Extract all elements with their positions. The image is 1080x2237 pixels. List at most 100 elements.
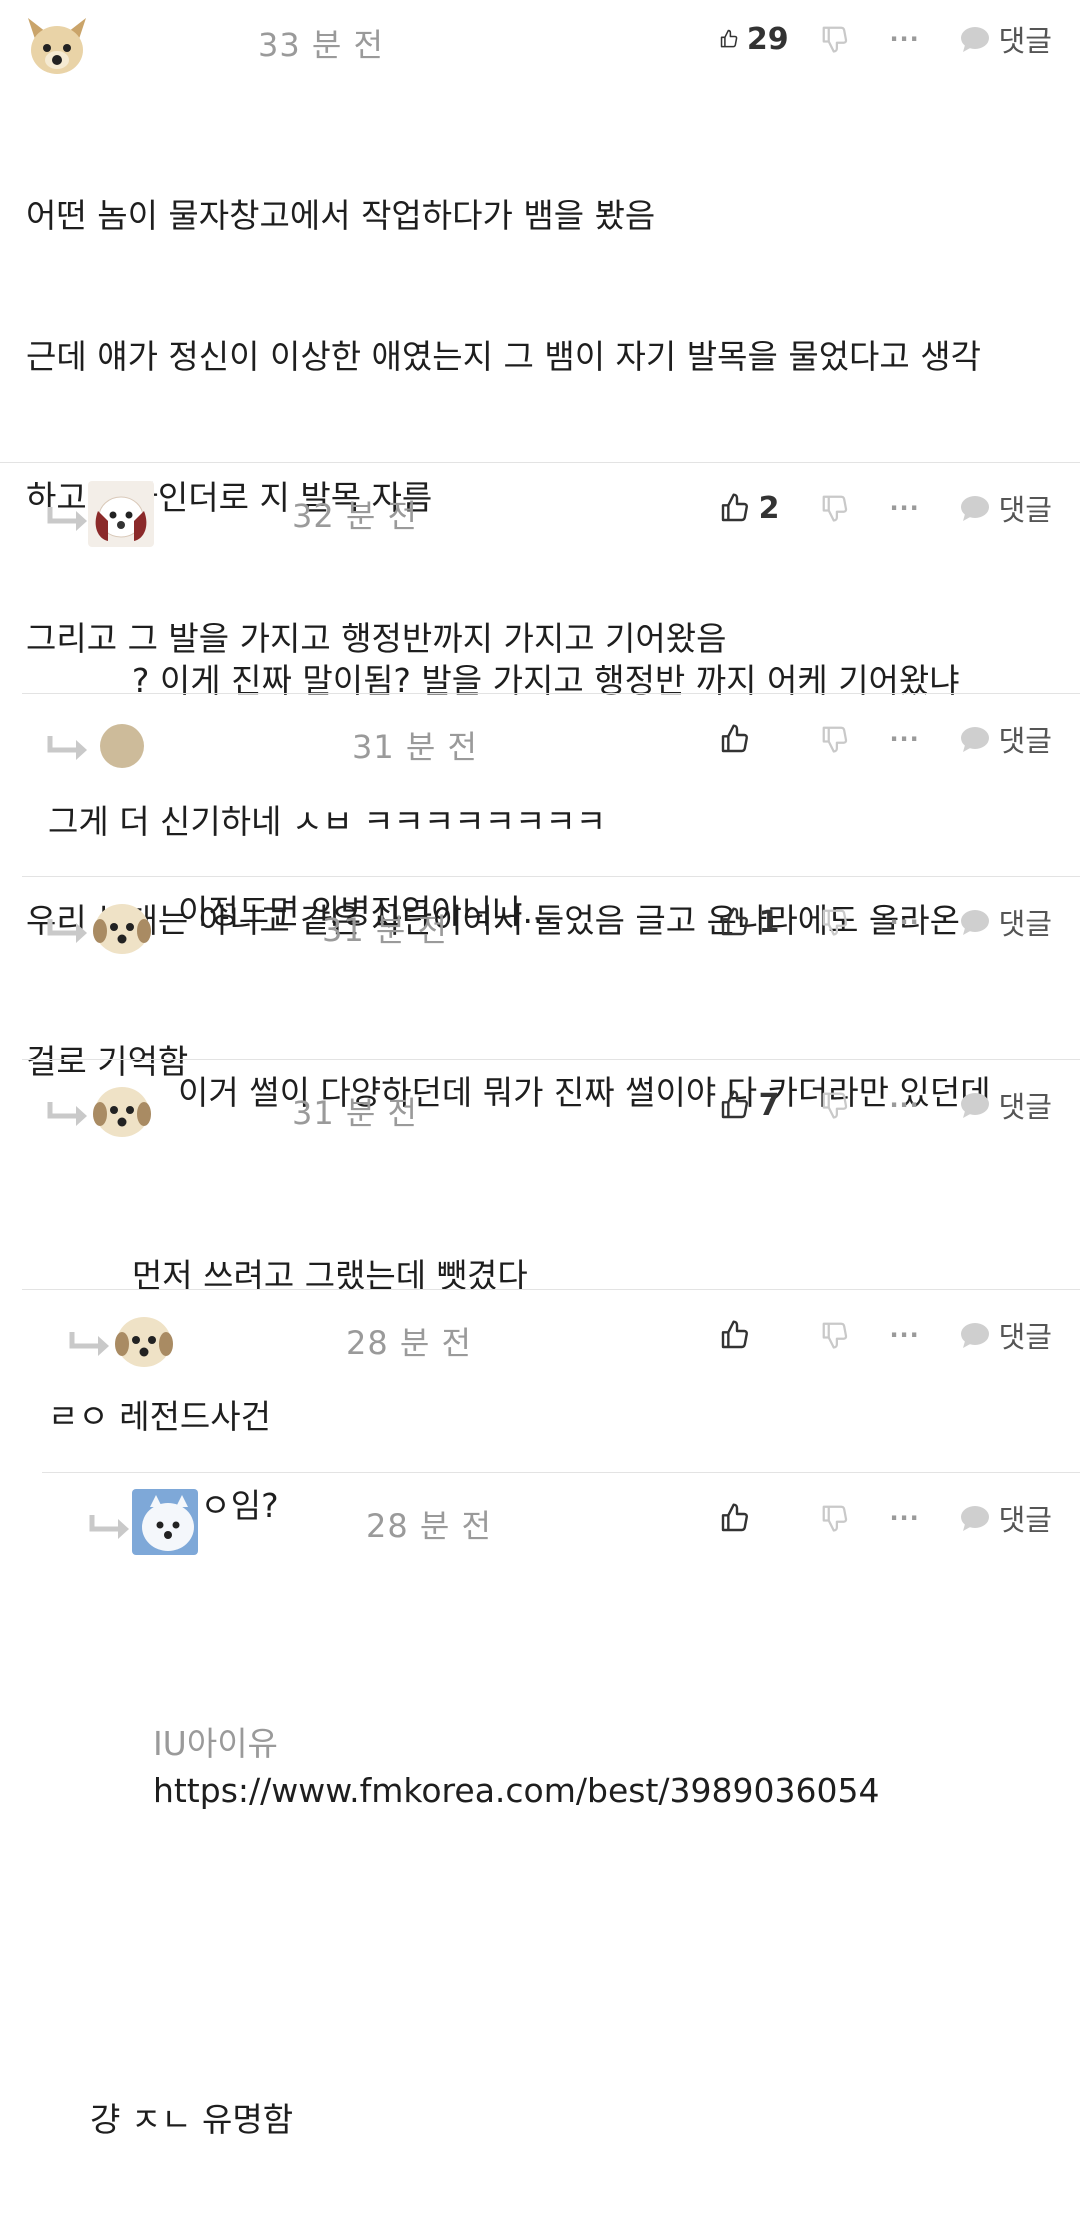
like-button[interactable]: 2 (719, 491, 789, 526)
timestamp: 31 분 전 (292, 1094, 418, 1132)
thumbs-down-icon (822, 1505, 847, 1532)
thumbs-up-icon (721, 493, 748, 522)
timestamp: 33 분 전 (258, 26, 384, 64)
comment-reply: 28 분 전 ··· 댓글 ㄹㅇ임? (0, 1290, 1080, 1525)
timestamp: 28 분 전 (346, 1324, 472, 1362)
speech-bubble-icon (960, 910, 989, 935)
comment-link[interactable]: https://www.fmkorea.com/best/3989036054 (153, 1771, 880, 1810)
comment-reply: 31 분 전 ··· 댓글 이정도면 의병전역아니냐... (0, 694, 1080, 931)
thumbs-up-icon (721, 907, 748, 936)
like-count: 7 (758, 1087, 780, 1123)
more-options-button[interactable]: ··· (885, 1504, 925, 1532)
reply-button[interactable]: 댓글 (959, 18, 1052, 60)
dislike-button[interactable] (815, 1090, 855, 1120)
speech-bubble-icon (960, 1323, 989, 1348)
avatar[interactable] (88, 481, 154, 547)
speech-bubble-icon (960, 1093, 989, 1118)
reply-label: 댓글 (998, 1503, 1052, 1537)
dislike-button[interactable] (815, 1503, 855, 1533)
comment-actions: 29 ··· 댓글 (719, 16, 1052, 62)
reply-label: 댓글 (998, 1090, 1052, 1124)
dislike-button[interactable] (815, 1320, 855, 1350)
comment-actions: ··· 댓글 (719, 1312, 1052, 1358)
like-button[interactable] (719, 723, 789, 755)
comment-reply: 32 분 전 2 ··· 댓글 ? 이게 진짜 말이됨? 발을 가지고 행정반 … (0, 463, 1080, 841)
thumbs-down-icon (822, 726, 847, 753)
avatar[interactable] (92, 1084, 152, 1140)
reply-button[interactable]: 댓글 (959, 487, 1052, 529)
thumbs-down-icon (822, 26, 847, 53)
like-count: 29 (746, 21, 789, 57)
dislike-button[interactable] (815, 907, 855, 937)
speech-bubble-icon (960, 1506, 989, 1531)
like-button[interactable]: 7 (719, 1088, 789, 1123)
reply-arrow-icon (47, 1102, 87, 1126)
comment-reply: 31 분 전 7 ··· 댓글 먼저 쓰려고 그랬는데 뺏겼다 ㄹㅇ 레전드사건 (0, 1060, 1080, 1436)
timestamp: 32 분 전 (292, 497, 418, 535)
timestamp: 31 분 전 (322, 911, 448, 949)
thumbs-up-icon (721, 1320, 748, 1349)
more-options-button[interactable]: ··· (885, 494, 925, 522)
reply-button[interactable]: 댓글 (959, 718, 1052, 760)
like-button[interactable]: 29 (719, 22, 789, 57)
thumbs-up-icon (720, 29, 737, 48)
more-options-button[interactable]: ··· (885, 1321, 925, 1349)
dog-avatar-icon (132, 1489, 198, 1555)
avatar[interactable] (132, 1489, 198, 1555)
reply-label: 댓글 (998, 24, 1052, 58)
reply-label: 댓글 (998, 724, 1052, 758)
reply-button[interactable]: 댓글 (959, 1314, 1052, 1356)
dog-avatar-icon (115, 1317, 173, 1367)
thumbs-down-icon (822, 909, 847, 936)
comment-body: IU아이유 https://www.fmkorea.com/best/39890… (90, 1579, 879, 2237)
comment-actions: 1 ··· 댓글 (719, 899, 1052, 945)
comment-actions: 2 ··· 댓글 (719, 485, 1052, 531)
dog-avatar-icon (88, 481, 154, 547)
comment-line: 걍 ㅈㄴ 유명함 (90, 2100, 294, 2139)
timestamp: 31 분 전 (352, 728, 478, 766)
timestamp: 28 분 전 (366, 1507, 492, 1545)
like-count: 1 (758, 904, 780, 940)
reply-arrow-icon (47, 919, 87, 943)
comment-line: 근데 얘가 정신이 이상한 애였는지 그 뱀이 자기 발목을 물었다고 생각 (26, 337, 981, 376)
reply-label: 댓글 (998, 1320, 1052, 1354)
reply-button[interactable]: 댓글 (959, 1497, 1052, 1539)
dislike-button[interactable] (815, 24, 855, 54)
avatar[interactable] (100, 724, 144, 768)
thumbs-down-icon (822, 1092, 847, 1119)
like-button[interactable] (719, 1319, 789, 1351)
avatar[interactable] (92, 901, 152, 957)
reply-arrow-icon (47, 507, 87, 531)
reply-arrow-icon (89, 1515, 129, 1539)
speech-bubble-icon (960, 496, 989, 521)
dog-avatar-icon (93, 904, 151, 954)
dislike-button[interactable] (815, 724, 855, 754)
avatar[interactable] (114, 1314, 174, 1370)
like-count: 2 (758, 490, 780, 526)
comment-actions: 7 ··· 댓글 (719, 1082, 1052, 1128)
dislike-button[interactable] (815, 493, 855, 523)
dog-avatar-icon (93, 1087, 151, 1137)
more-options-button[interactable]: ··· (885, 725, 925, 753)
comment-actions: ··· 댓글 (719, 716, 1052, 762)
link-line: IU아이유 https://www.fmkorea.com/best/39890… (90, 1673, 880, 1861)
comment-reply: 31 분 전 1 ··· 댓글 이거 썰이 다양하던데 뭐가 진짜 썰이야 다 … (0, 877, 1080, 1112)
reply-arrow-icon (69, 1332, 109, 1356)
thumbs-up-icon (721, 1503, 748, 1532)
more-options-button[interactable]: ··· (885, 1091, 925, 1119)
more-options-button[interactable]: ··· (885, 25, 925, 53)
thumbs-up-icon (721, 724, 748, 753)
avatar[interactable] (22, 10, 92, 80)
thumbs-down-icon (822, 495, 847, 522)
like-button[interactable] (719, 1502, 789, 1534)
more-options-button[interactable]: ··· (885, 908, 925, 936)
speech-bubble-icon (960, 727, 989, 752)
reply-button[interactable]: 댓글 (959, 901, 1052, 943)
thumbs-down-icon (822, 1322, 847, 1349)
mention-name[interactable]: IU아이유 (153, 1724, 278, 1763)
speech-bubble-icon (960, 27, 989, 52)
comment-reply: 28 분 전 ··· 댓글 IU아이유 https://www.fmkorea.… (0, 1473, 1080, 2139)
like-button[interactable]: 1 (719, 905, 789, 940)
reply-button[interactable]: 댓글 (959, 1084, 1052, 1126)
